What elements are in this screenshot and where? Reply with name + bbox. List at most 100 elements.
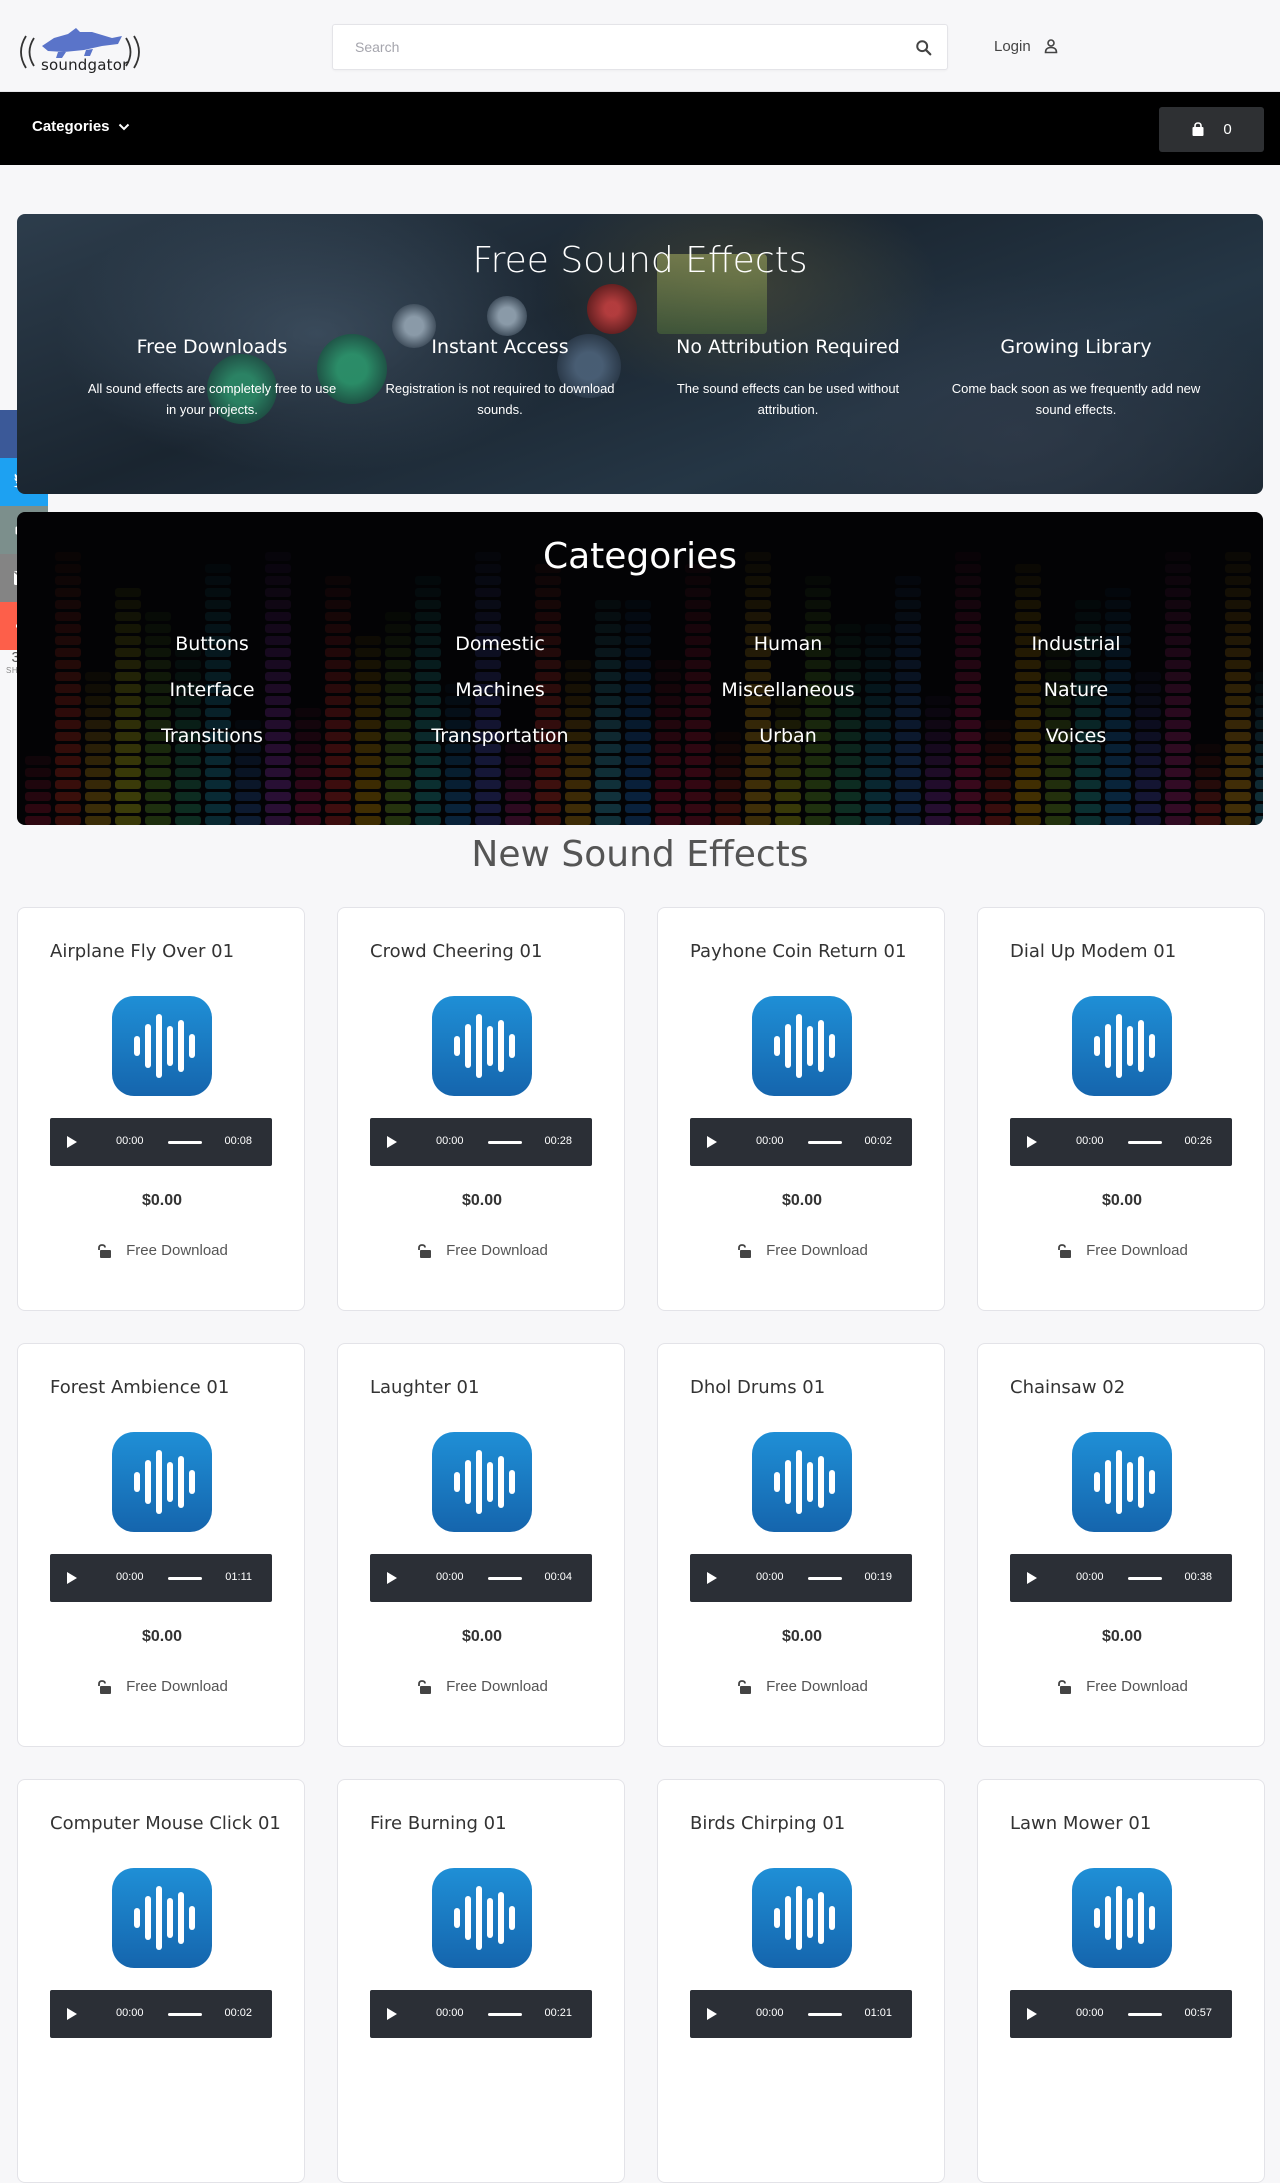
free-download-button[interactable]: Free Download	[18, 1242, 306, 1259]
seek-bar[interactable]	[808, 1141, 842, 1144]
free-download-label: Free Download	[1086, 1678, 1188, 1695]
search-icon[interactable]	[915, 39, 933, 57]
sound-effect-title[interactable]: Forest Ambience 01	[50, 1377, 229, 1398]
unlock-icon	[738, 1243, 752, 1258]
categories-title: Categories	[542, 536, 738, 577]
category-link-voices[interactable]: Voices	[946, 725, 1206, 747]
sound-wave-icon[interactable]	[432, 1868, 532, 1968]
sound-effect-title[interactable]: Chainsaw 02	[1010, 1377, 1125, 1398]
sound-wave-icon[interactable]	[112, 1868, 212, 1968]
play-icon[interactable]	[706, 1571, 718, 1585]
category-link-transportation[interactable]: Transportation	[370, 725, 630, 747]
feature-title: No Attribution Required	[676, 336, 900, 358]
shopping-bag-icon	[1192, 122, 1204, 136]
category-link-domestic[interactable]: Domestic	[370, 633, 630, 655]
seek-bar[interactable]	[488, 2013, 522, 2016]
free-download-label: Free Download	[126, 1678, 228, 1695]
category-link-nature[interactable]: Nature	[946, 679, 1206, 701]
sound-wave-icon[interactable]	[1072, 1432, 1172, 1532]
sound-effect-card: Airplane Fly Over 01 00:00 00:08 $0.00 F…	[17, 907, 305, 1311]
sound-effect-title[interactable]: Dial Up Modem 01	[1010, 941, 1176, 962]
sound-effect-card: Payhone Coin Return 01 00:00 00:02 $0.00…	[657, 907, 945, 1311]
sound-wave-icon[interactable]	[432, 1432, 532, 1532]
seek-bar[interactable]	[1128, 2013, 1162, 2016]
category-link-buttons[interactable]: Buttons	[82, 633, 342, 655]
sound-effect-title[interactable]: Payhone Coin Return 01	[690, 941, 906, 962]
sound-effect-title[interactable]: Dhol Drums 01	[690, 1377, 825, 1398]
category-link-industrial[interactable]: Industrial	[946, 633, 1206, 655]
price: $0.00	[141, 1192, 183, 1209]
sound-wave-icon[interactable]	[432, 996, 532, 1096]
play-icon[interactable]	[386, 1135, 398, 1149]
seek-bar[interactable]	[168, 2013, 202, 2016]
play-icon[interactable]	[66, 1571, 78, 1585]
free-download-button[interactable]: Free Download	[18, 1678, 306, 1695]
cart-button[interactable]: 0	[1159, 107, 1264, 152]
sound-wave-icon[interactable]	[752, 1868, 852, 1968]
category-link-urban[interactable]: Urban	[658, 725, 918, 747]
audio-player: 00:00 00:57	[1010, 1990, 1232, 2038]
play-icon[interactable]	[66, 1135, 78, 1149]
play-icon[interactable]	[706, 2007, 718, 2021]
sound-wave-icon[interactable]	[752, 1432, 852, 1532]
logo[interactable]: soundgator	[14, 16, 146, 76]
duration: 01:01	[864, 2007, 892, 2019]
seek-bar[interactable]	[808, 1577, 842, 1580]
sound-effect-card: Dial Up Modem 01 00:00 00:26 $0.00 Free …	[977, 907, 1265, 1311]
seek-bar[interactable]	[168, 1141, 202, 1144]
sound-effect-card: Crowd Cheering 01 00:00 00:28 $0.00 Free…	[337, 907, 625, 1311]
feature-free-downloads: Free Downloads All sound effects are com…	[82, 336, 342, 420]
free-download-button[interactable]: Free Download	[658, 1242, 946, 1259]
play-icon[interactable]	[1026, 1571, 1038, 1585]
seek-bar[interactable]	[1128, 1577, 1162, 1580]
free-download-button[interactable]: Free Download	[338, 1242, 626, 1259]
sound-effect-title[interactable]: Airplane Fly Over 01	[50, 941, 234, 962]
play-icon[interactable]	[386, 2007, 398, 2021]
audio-player: 00:00 00:28	[370, 1118, 592, 1166]
sound-effect-title[interactable]: Fire Burning 01	[370, 1813, 507, 1834]
feature-text: Registration is not required to download…	[385, 381, 615, 417]
unlock-icon	[1058, 1679, 1072, 1694]
sound-effect-title[interactable]: Lawn Mower 01	[1010, 1813, 1151, 1834]
sound-effect-title[interactable]: Laughter 01	[370, 1377, 479, 1398]
play-icon[interactable]	[706, 1135, 718, 1149]
category-link-miscellaneous[interactable]: Miscellaneous	[658, 679, 918, 701]
sound-effect-title[interactable]: Crowd Cheering 01	[370, 941, 542, 962]
sound-effect-title[interactable]: Computer Mouse Click 01	[50, 1813, 281, 1834]
free-download-button[interactable]: Free Download	[978, 1678, 1266, 1695]
seek-bar[interactable]	[168, 1577, 202, 1580]
seek-bar[interactable]	[1128, 1141, 1162, 1144]
free-download-button[interactable]: Free Download	[338, 1678, 626, 1695]
unlock-icon	[98, 1243, 112, 1258]
seek-bar[interactable]	[488, 1577, 522, 1580]
free-download-label: Free Download	[126, 1242, 228, 1259]
unlock-icon	[738, 1679, 752, 1694]
play-icon[interactable]	[1026, 2007, 1038, 2021]
category-link-machines[interactable]: Machines	[370, 679, 630, 701]
free-download-label: Free Download	[446, 1678, 548, 1695]
sound-wave-icon[interactable]	[1072, 1868, 1172, 1968]
sound-wave-icon[interactable]	[112, 1432, 212, 1532]
feature-title: Free Downloads	[136, 336, 288, 358]
category-link-human[interactable]: Human	[658, 633, 918, 655]
feature-text: All sound effects are completely free to…	[87, 381, 337, 417]
sound-effect-title[interactable]: Birds Chirping 01	[690, 1813, 845, 1834]
play-icon[interactable]	[66, 2007, 78, 2021]
free-download-button[interactable]: Free Download	[978, 1242, 1266, 1259]
audio-player: 00:00 00:19	[690, 1554, 912, 1602]
duration: 00:04	[544, 1571, 572, 1583]
sound-wave-icon[interactable]	[1072, 996, 1172, 1096]
category-link-interface[interactable]: Interface	[82, 679, 342, 701]
login-link[interactable]: Login	[994, 34, 1059, 58]
free-download-button[interactable]: Free Download	[658, 1678, 946, 1695]
price: $0.00	[461, 1192, 503, 1209]
sound-wave-icon[interactable]	[112, 996, 212, 1096]
sound-wave-icon[interactable]	[752, 996, 852, 1096]
categories-dropdown-toggle[interactable]: Categories	[32, 118, 130, 135]
category-link-transitions[interactable]: Transitions	[82, 725, 342, 747]
seek-bar[interactable]	[488, 1141, 522, 1144]
play-icon[interactable]	[1026, 1135, 1038, 1149]
search-input[interactable]	[333, 25, 893, 69]
seek-bar[interactable]	[808, 2013, 842, 2016]
play-icon[interactable]	[386, 1571, 398, 1585]
